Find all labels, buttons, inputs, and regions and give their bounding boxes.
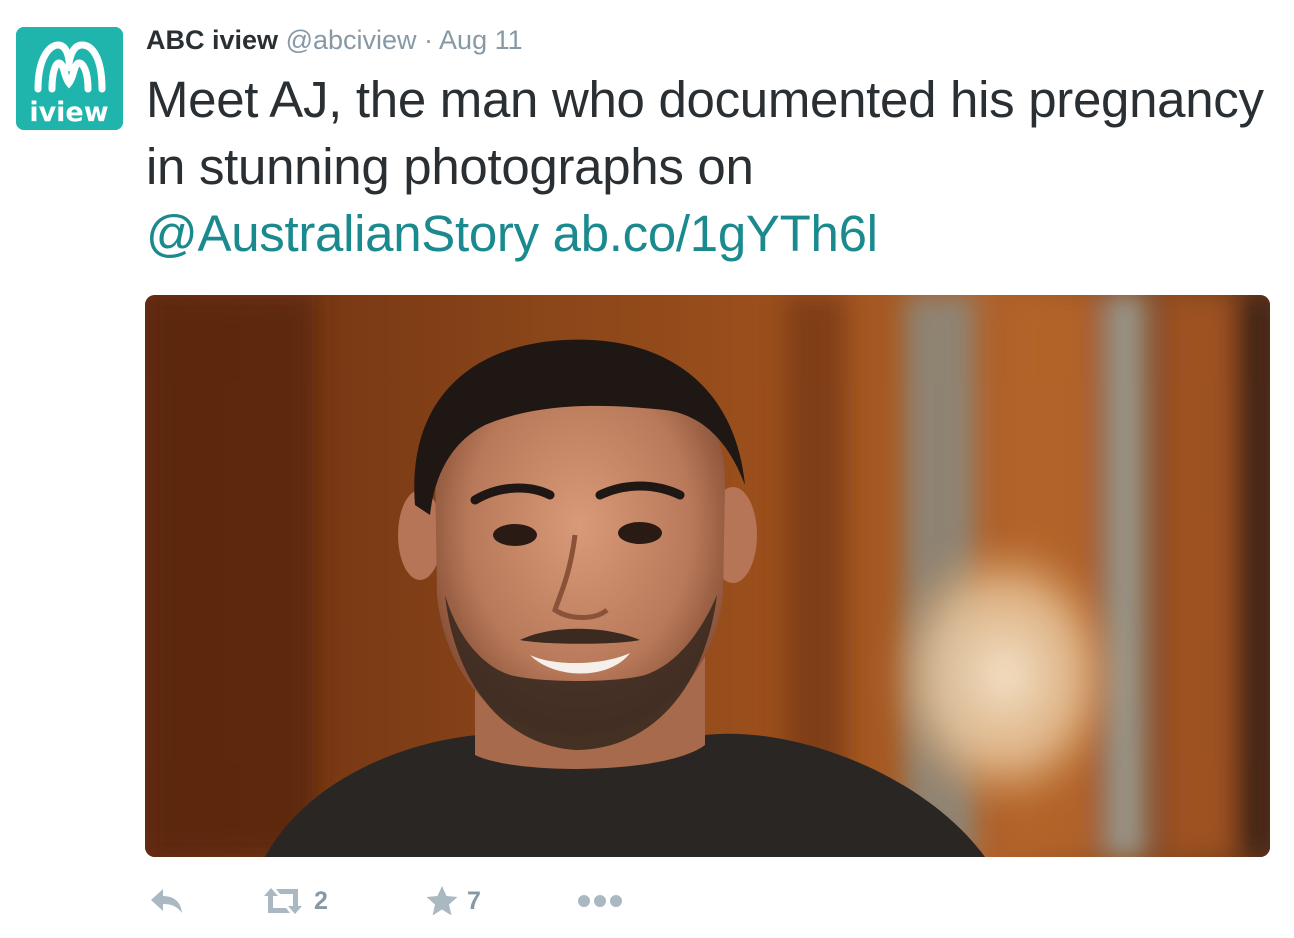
- portrait-photo: [145, 295, 1270, 857]
- retweet-button[interactable]: 2: [260, 878, 328, 924]
- header-separator: ·: [424, 25, 434, 55]
- retweet-icon: [264, 888, 302, 914]
- tweet-actions: 2 7: [145, 878, 745, 924]
- tweet-text: Meet AJ, the man who documented his preg…: [146, 66, 1266, 267]
- abc-logo-icon: iview: [16, 27, 123, 130]
- favorite-count: 7: [467, 886, 481, 915]
- tweet-header: ABC iview @abciview · Aug 11: [146, 22, 523, 58]
- reply-button[interactable]: [149, 878, 185, 924]
- retweet-count: 2: [314, 886, 328, 915]
- reply-icon: [151, 889, 182, 913]
- star-icon: [426, 886, 458, 916]
- more-button[interactable]: [577, 878, 623, 924]
- favorite-button[interactable]: 7: [425, 878, 481, 924]
- author-handle[interactable]: @abciview: [286, 25, 417, 55]
- tweet-photo[interactable]: [145, 295, 1270, 857]
- mention-link[interactable]: @AustralianStory: [146, 205, 539, 262]
- url-link[interactable]: ab.co/1gYTh6l: [553, 205, 878, 262]
- tweet-card: iview ABC iview @abciview · Aug 11 Meet …: [0, 0, 1294, 938]
- avatar-label: iview: [29, 97, 108, 128]
- more-icon: [578, 895, 622, 907]
- tweet-text-body: Meet AJ, the man who documented his preg…: [146, 71, 1264, 195]
- avatar-abc-iview-logo[interactable]: iview: [16, 27, 123, 130]
- tweet-date[interactable]: Aug 11: [439, 25, 523, 55]
- author-name[interactable]: ABC iview: [146, 25, 278, 55]
